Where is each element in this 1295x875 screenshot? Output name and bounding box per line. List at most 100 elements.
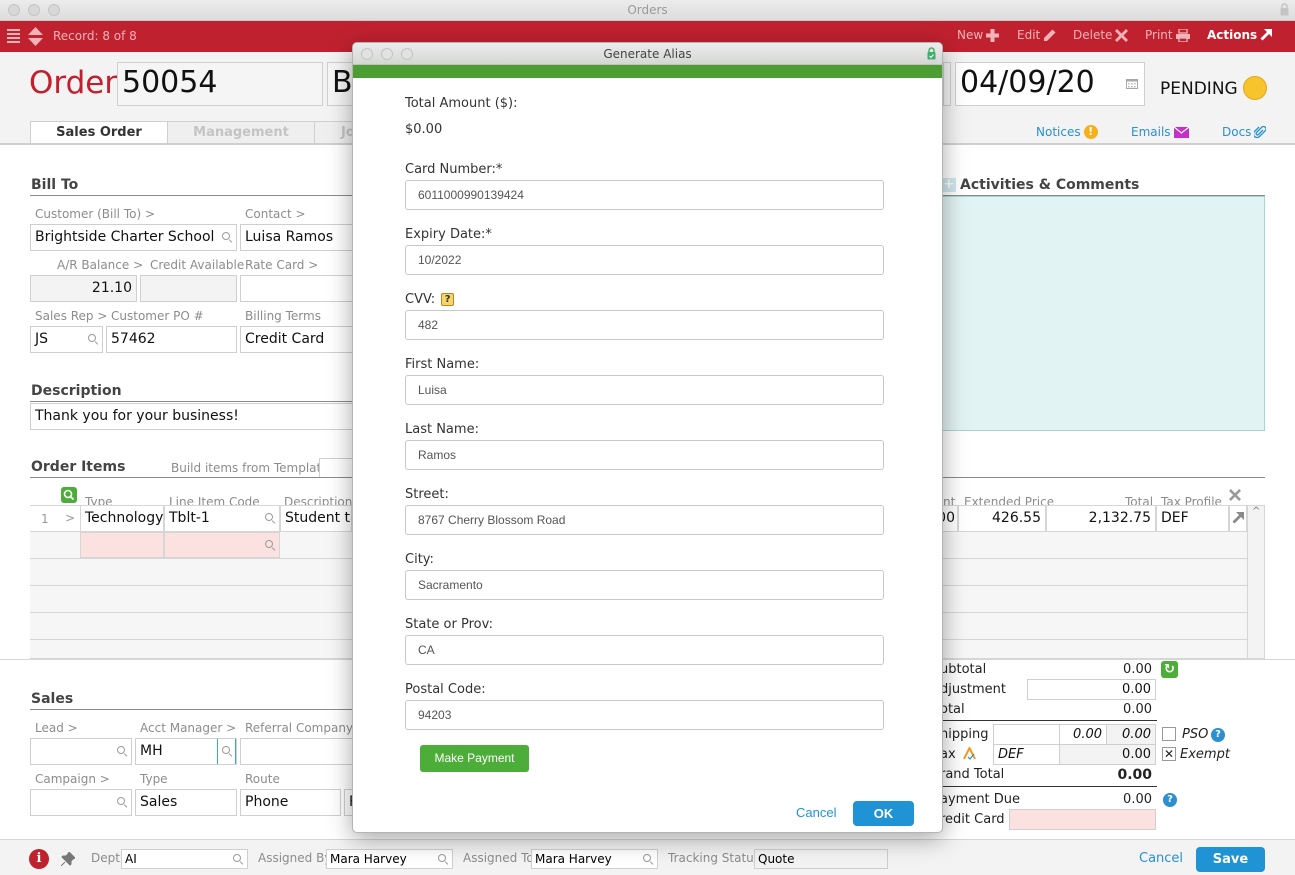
grid-scrollbar[interactable]: ^ <box>1247 505 1265 659</box>
adjustment-field[interactable]: 0.00 <box>1027 679 1156 700</box>
search-icon[interactable] <box>222 232 232 242</box>
cancel-button[interactable]: Cancel <box>1139 851 1183 866</box>
route-field[interactable]: Phone <box>240 789 341 816</box>
expiry-date-input[interactable]: 10/2022 <box>405 245 884 275</box>
search-icon[interactable] <box>117 797 127 807</box>
sales-rep-field[interactable]: JS <box>30 326 103 353</box>
ar-balance-label[interactable]: A/R Balance > <box>57 258 143 272</box>
first-name-input[interactable]: Luisa <box>405 375 884 405</box>
add-activity-icon[interactable]: + <box>942 178 956 192</box>
row-type-field[interactable]: Technology <box>80 505 164 532</box>
shipping-cost-field[interactable]: 0.00 <box>1059 724 1107 745</box>
row-code-field[interactable]: Tblt-1 <box>164 505 280 532</box>
state-input[interactable]: CA <box>405 635 884 665</box>
pso-checkbox[interactable] <box>1162 727 1176 741</box>
calendar-icon[interactable] <box>1126 79 1138 89</box>
assigned-to-value: Mara Harvey <box>535 852 612 866</box>
search-icon[interactable] <box>117 746 127 756</box>
cvv-input[interactable]: 482 <box>405 310 884 340</box>
exempt-checkbox[interactable]: ✕ <box>1162 747 1176 761</box>
menu-icon[interactable] <box>7 29 20 43</box>
credit-card-field[interactable] <box>1009 809 1156 830</box>
activities-list[interactable] <box>942 196 1265 431</box>
dialog-cancel-button[interactable]: Cancel <box>796 805 836 820</box>
referral-company-field[interactable] <box>240 738 360 765</box>
sales-rep-label[interactable]: Sales Rep > <box>35 309 107 323</box>
search-icon[interactable] <box>643 854 653 864</box>
city-input[interactable]: Sacramento <box>405 570 884 600</box>
acct-manager-field[interactable]: MH <box>135 738 237 765</box>
delete-button[interactable]: Delete <box>1073 28 1129 42</box>
last-name-input[interactable]: Ramos <box>405 440 884 470</box>
postal-code-input[interactable]: 94203 <box>405 700 884 730</box>
docs-link[interactable]: Docs <box>1222 125 1267 139</box>
pin-icon[interactable] <box>61 852 75 866</box>
lead-field[interactable] <box>30 738 132 765</box>
delete-column-icon[interactable] <box>1229 489 1241 501</box>
payment-due-value: 0.00 <box>1123 792 1152 807</box>
edit-button[interactable]: Edit <box>1017 28 1056 42</box>
tab-sales-order[interactable]: Sales Order <box>30 121 168 144</box>
lead-label[interactable]: Lead > <box>35 721 78 735</box>
cvv-help-icon[interactable]: ? <box>441 293 455 306</box>
tab-management[interactable]: Management <box>167 121 315 144</box>
customer-value: Brightside Charter School <box>35 229 215 245</box>
new-row-type-field[interactable] <box>80 532 164 558</box>
print-button[interactable]: Print <box>1145 28 1190 42</box>
acct-manager-label[interactable]: Acct Manager > <box>140 721 236 735</box>
info-icon[interactable]: i <box>29 849 49 869</box>
refresh-icon[interactable]: ↻ <box>1161 661 1178 678</box>
type-field[interactable]: Sales <box>135 789 237 816</box>
search-icon[interactable] <box>265 513 275 523</box>
customer-label[interactable]: Customer (Bill To) > <box>35 207 155 221</box>
assigned-to-field[interactable]: Mara Harvey <box>531 849 658 869</box>
make-payment-button[interactable]: Make Payment <box>420 745 529 772</box>
tracking-status-field[interactable]: Quote <box>754 849 888 869</box>
billing-terms-field[interactable]: Credit Card <box>240 326 360 353</box>
new-button[interactable]: New <box>957 28 1000 42</box>
tax-value-field: 0.00 <box>1059 744 1156 765</box>
card-number-input[interactable]: 6011000990139424 <box>405 180 884 210</box>
row-extended-price-field[interactable]: 426.55 <box>958 505 1046 532</box>
search-icon[interactable] <box>233 854 243 864</box>
row-description-field[interactable]: Student tab <box>280 505 352 532</box>
street-input[interactable]: 8767 Cherry Blossom Road <box>405 505 884 535</box>
contact-label[interactable]: Contact > <box>245 207 306 221</box>
row-code-value: Tblt-1 <box>169 510 210 526</box>
record-navigate-icon[interactable] <box>28 27 43 46</box>
actions-button[interactable]: Actions <box>1207 28 1273 42</box>
notices-link[interactable]: Notices ! <box>1036 125 1098 139</box>
assigned-by-field[interactable]: Mara Harvey <box>326 849 453 869</box>
order-number-field[interactable]: 50054 <box>117 62 323 106</box>
tax-calc-icon[interactable] <box>963 747 976 760</box>
dialog-ok-button[interactable]: OK <box>853 801 914 826</box>
street-label: Street: <box>405 487 449 502</box>
search-icon[interactable] <box>265 540 275 550</box>
row-tax-profile-field[interactable]: DEF <box>1156 505 1229 532</box>
scroll-up-arrow[interactable]: ^ <box>1252 506 1260 517</box>
shipping-method-field[interactable] <box>993 724 1060 745</box>
rate-card-field[interactable] <box>240 275 360 302</box>
campaign-label[interactable]: Campaign > <box>35 772 110 786</box>
help-icon[interactable]: ? <box>1211 728 1225 742</box>
search-icon[interactable] <box>438 854 448 864</box>
description-field[interactable]: Thank you for your business! <box>30 403 360 430</box>
new-row-code-field[interactable] <box>164 532 280 558</box>
customer-po-field[interactable]: 57462 <box>106 326 237 353</box>
acct-manager-search-button[interactable] <box>217 739 236 764</box>
customer-field[interactable]: Brightside Charter School <box>30 224 237 251</box>
tax-profile-field[interactable]: DEF <box>993 744 1060 765</box>
emails-link[interactable]: Emails <box>1131 125 1189 139</box>
dept-field[interactable]: AI <box>121 849 248 869</box>
save-button[interactable]: Save <box>1196 847 1265 872</box>
contact-field[interactable]: Luisa Ramos <box>240 224 360 251</box>
row-open-button[interactable] <box>1229 505 1247 532</box>
search-icon[interactable] <box>88 334 98 344</box>
referral-company-label[interactable]: Referral Company > <box>245 721 367 735</box>
item-search-button[interactable] <box>61 487 77 503</box>
order-date-field[interactable]: 04/09/20 <box>955 62 1145 106</box>
rate-card-label[interactable]: Rate Card > <box>245 258 318 272</box>
campaign-field[interactable] <box>30 789 132 816</box>
row-expand-arrow[interactable]: > <box>65 511 75 525</box>
help-icon[interactable]: ? <box>1163 793 1177 807</box>
